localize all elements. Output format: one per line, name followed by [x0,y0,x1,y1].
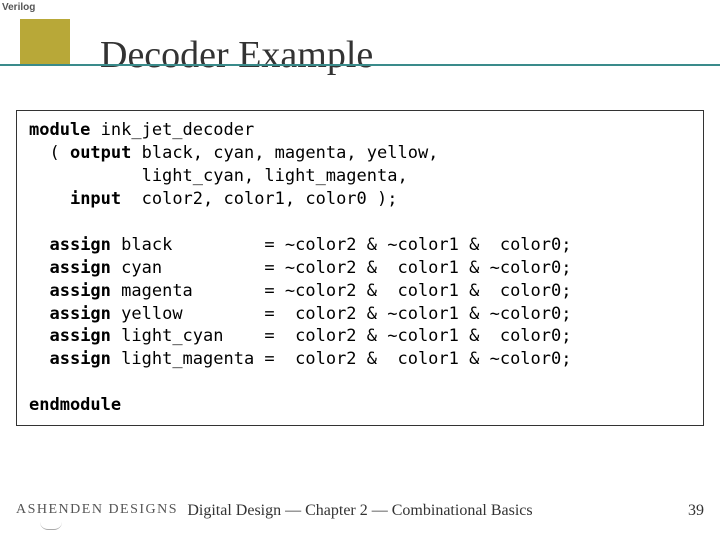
logo-underline [40,522,62,530]
verilog-badge: Verilog [2,2,35,13]
code-text [29,189,70,209]
kw-output: output [70,143,131,163]
kw-assign: assign [49,281,110,301]
header-bar: Decoder Example [0,18,720,68]
kw-assign: assign [49,326,110,346]
code-text: yellow = color2 & ~color1 & ~color0; [111,304,572,324]
page-number: 39 [688,502,704,520]
slide-title: Decoder Example [100,33,373,77]
code-text: magenta = ~color2 & color1 & color0; [111,281,572,301]
code-text: light_magenta = color2 & color1 & ~color… [111,349,572,369]
kw-assign: assign [49,235,110,255]
kw-module: module [29,120,90,140]
code-text: black, cyan, magenta, yellow, [131,143,438,163]
kw-assign: assign [49,258,110,278]
code-text: cyan = ~color2 & color1 & ~color0; [111,258,572,278]
code-text: ( [29,143,70,163]
kw-assign: assign [49,304,110,324]
code-text: ink_jet_decoder [90,120,254,140]
footer-text: Digital Design — Chapter 2 — Combination… [0,502,720,520]
title-underline [0,64,720,66]
kw-assign: assign [49,349,110,369]
code-text: light_cyan, light_magenta, [29,166,408,186]
kw-input: input [70,189,121,209]
code-block: module ink_jet_decoder ( output black, c… [16,110,704,426]
title-accent-block [20,19,70,64]
kw-endmodule: endmodule [29,395,121,415]
code-text: light_cyan = color2 & ~color1 & color0; [111,326,572,346]
code-text: black = ~color2 & ~color1 & color0; [111,235,572,255]
code-text: color2, color1, color0 ); [121,189,397,209]
